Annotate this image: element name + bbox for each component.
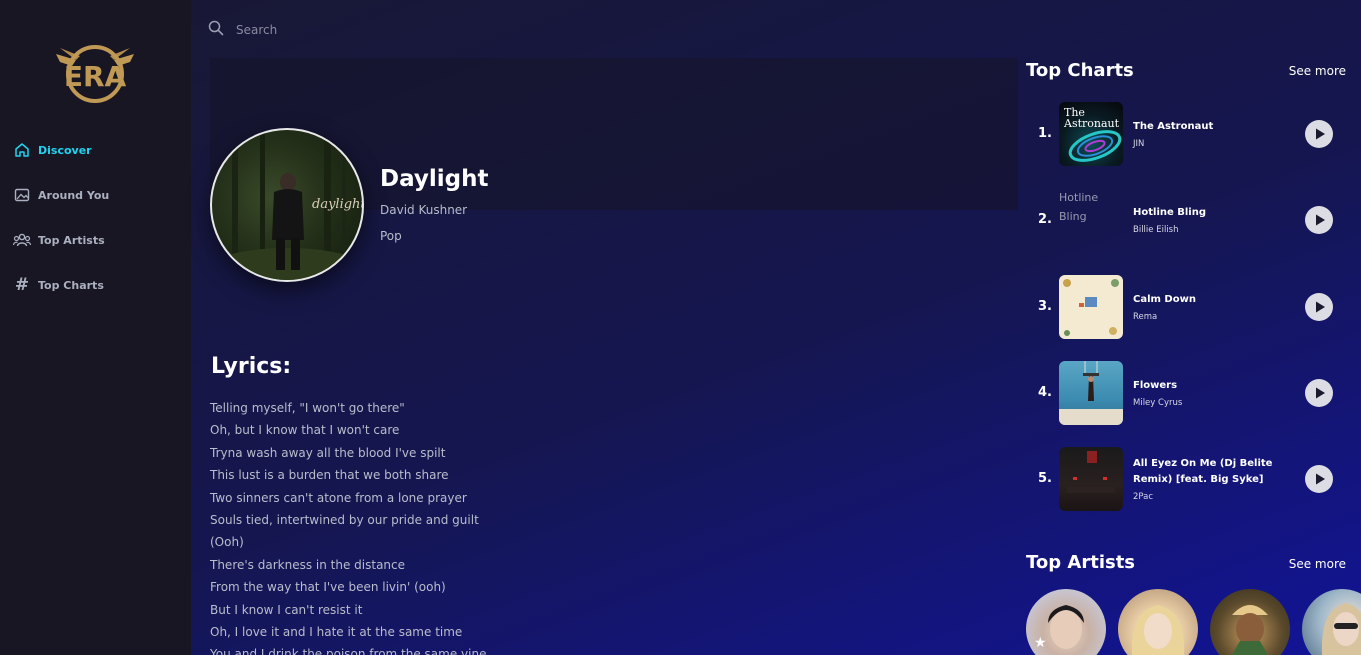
chart-song-title[interactable]: Hotline Bling	[1133, 205, 1298, 221]
chart-song-artist[interactable]: Miley Cyrus	[1133, 398, 1298, 408]
song-cover-art: daylight	[210, 128, 364, 282]
play-button[interactable]	[1305, 120, 1333, 148]
chart-row[interactable]: 1. The Astronaut The Astronaut JIN	[1026, 102, 1346, 166]
sidebar-item-label: Top Artists	[38, 233, 105, 247]
sidebar-item-label: Around You	[38, 188, 110, 202]
chart-song-artist[interactable]: Rema	[1133, 312, 1298, 322]
top-charts-heading: Top Charts	[1026, 60, 1134, 81]
chart-row[interactable]: 2. Hotline Bling Hotline Bling Billie Ei…	[1026, 188, 1346, 252]
chart-rank: 1.	[1038, 126, 1052, 141]
play-icon	[1305, 465, 1333, 493]
lyrics-line: You and I drink the poison from the same…	[210, 647, 487, 655]
lyrics-line: There's darkness in the distance	[210, 557, 406, 572]
chart-song-artist[interactable]: JIN	[1133, 139, 1298, 149]
thumbnail-lettering: The Astronaut	[1064, 106, 1120, 130]
play-icon	[1305, 379, 1333, 407]
artist-avatar[interactable]: ★	[1026, 589, 1106, 655]
logo-lettering: ERA	[64, 60, 127, 93]
top-artists-see-more-link[interactable]: See more	[1289, 557, 1346, 571]
home-icon	[13, 141, 31, 159]
app-logo[interactable]: ERA	[54, 42, 136, 104]
chart-rank: 2.	[1038, 212, 1052, 227]
lyrics-line: But I know I can't resist it	[210, 602, 363, 617]
lyrics-line: Oh, I love it and I hate it at the same …	[210, 624, 463, 639]
lyrics-line: (Ooh)	[210, 535, 244, 550]
search-icon	[208, 20, 224, 40]
chart-song-title[interactable]: The Astronaut	[1133, 119, 1298, 135]
chart-thumbnail[interactable]	[1059, 275, 1123, 339]
lyrics-line: Oh, but I know that I won't care	[210, 423, 400, 438]
lyrics-line: From the way that I've been livin' (ooh)	[210, 580, 446, 595]
search-input[interactable]	[236, 23, 536, 37]
play-button[interactable]	[1305, 206, 1333, 234]
chart-row[interactable]: 5. All Eyez On Me (Dj Belite Remix) [fea…	[1026, 447, 1346, 511]
search-bar	[208, 18, 608, 42]
play-icon	[1305, 206, 1333, 234]
song-artist[interactable]: David Kushner	[380, 203, 467, 217]
lyrics-line: Souls tied, intertwined by our pride and…	[210, 512, 479, 527]
lyrics-line: This lust is a burden that we both share	[210, 468, 449, 483]
sidebar-item-top-charts[interactable]: # Top Charts	[13, 273, 104, 297]
cover-lettering: daylight	[312, 197, 362, 212]
play-icon	[1305, 293, 1333, 321]
song-genre: Pop	[380, 229, 402, 243]
play-button[interactable]	[1305, 465, 1333, 493]
artist-avatar[interactable]	[1210, 589, 1290, 655]
chart-thumbnail[interactable]: Hotline Bling	[1059, 188, 1123, 252]
lyrics-list: Telling myself, "I won't go there" Oh, b…	[210, 397, 630, 655]
play-button[interactable]	[1305, 379, 1333, 407]
chart-row[interactable]: 3. Calm Down Rema	[1026, 275, 1346, 339]
lyrics-heading: Lyrics:	[211, 354, 292, 379]
sidebar: ERA Discover Around You Top Artists # To…	[0, 0, 191, 655]
hash-icon: #	[14, 275, 30, 295]
artist-avatar[interactable]	[1118, 589, 1198, 655]
chart-song-artist[interactable]: Billie Eilish	[1133, 225, 1298, 235]
song-title: Daylight	[380, 166, 489, 192]
broken-image-alt-text: Hotline Bling	[1059, 191, 1099, 223]
top-artists-heading: Top Artists	[1026, 552, 1136, 573]
play-icon	[1305, 120, 1333, 148]
chart-rank: 4.	[1038, 385, 1052, 400]
sidebar-item-discover[interactable]: Discover	[13, 138, 92, 162]
lyrics-line: Two sinners can't atone from a lone pray…	[210, 490, 467, 505]
sidebar-item-top-artists[interactable]: Top Artists	[13, 228, 105, 252]
chart-song-title[interactable]: Flowers	[1133, 378, 1298, 394]
chart-song-title[interactable]: All Eyez On Me (Dj Belite Remix) [feat. …	[1133, 456, 1298, 488]
lyrics-line: Telling myself, "I won't go there"	[210, 401, 405, 415]
artist-avatar[interactable]	[1302, 589, 1361, 655]
chart-thumbnail[interactable]	[1059, 447, 1123, 511]
image-icon	[13, 186, 31, 204]
chart-rank: 3.	[1038, 299, 1052, 314]
lyrics-line: Tryna wash away all the blood I've spilt	[210, 445, 446, 460]
chart-thumbnail[interactable]	[1059, 361, 1123, 425]
sidebar-item-around-you[interactable]: Around You	[13, 183, 109, 207]
chart-row[interactable]: 4. Flowers Miley Cyrus	[1026, 361, 1346, 425]
chart-song-artist[interactable]: 2Pac	[1133, 492, 1298, 502]
chart-thumbnail[interactable]: The Astronaut	[1059, 102, 1123, 166]
chart-rank: 5.	[1038, 471, 1052, 486]
play-button[interactable]	[1305, 293, 1333, 321]
star-icon: ★	[1034, 635, 1047, 651]
chart-song-title[interactable]: Calm Down	[1133, 292, 1298, 308]
sidebar-item-label: Discover	[38, 143, 92, 157]
top-charts-see-more-link[interactable]: See more	[1289, 64, 1346, 78]
sidebar-item-label: Top Charts	[38, 278, 104, 292]
users-icon	[13, 231, 31, 249]
